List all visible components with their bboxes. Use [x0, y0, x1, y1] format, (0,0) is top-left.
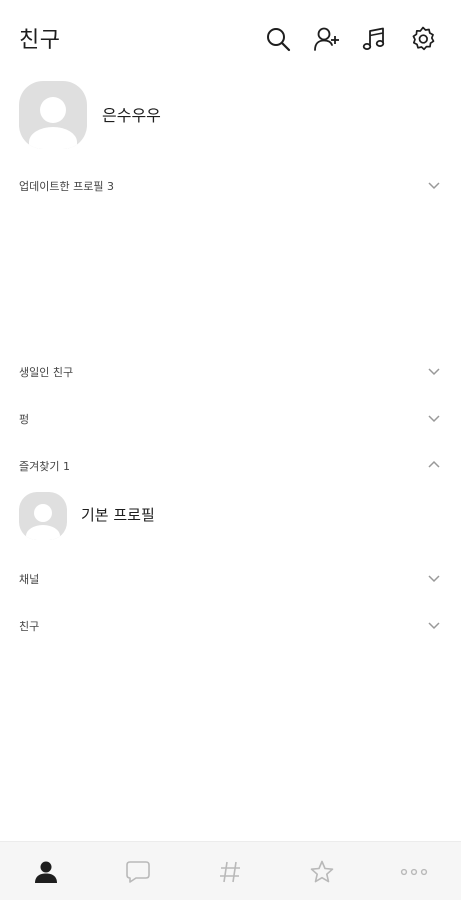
header: 친구	[0, 0, 461, 80]
section-label: 즐겨찾기 1	[19, 460, 70, 473]
section-channel[interactable]: 채널	[0, 562, 461, 596]
chevron-down-icon	[428, 575, 440, 583]
section-favorites[interactable]: 즐겨찾기 1	[0, 449, 461, 483]
settings-icon[interactable]	[408, 24, 438, 54]
section-label: 친구	[19, 620, 40, 633]
hashtag-tab[interactable]	[184, 842, 276, 900]
search-icon[interactable]	[263, 24, 293, 54]
person-icon	[35, 861, 57, 883]
my-profile[interactable]: 은수우우	[19, 80, 439, 150]
profile-name: 기본 프로필	[81, 506, 155, 524]
profile-name: 은수우우	[102, 106, 161, 125]
section-group[interactable]: 펑	[0, 402, 461, 436]
section-label: 채널	[19, 573, 40, 586]
friends-tab[interactable]	[0, 842, 92, 900]
shopping-tab[interactable]	[276, 842, 368, 900]
page-title: 친구	[19, 28, 61, 53]
more-tab[interactable]	[368, 842, 460, 900]
chevron-down-icon	[428, 368, 440, 376]
section-label: 생일인 친구	[19, 366, 74, 379]
chats-tab[interactable]	[92, 842, 184, 900]
section-birthday-friends[interactable]: 생일인 친구	[0, 355, 461, 389]
chevron-down-icon	[428, 182, 440, 190]
star-icon	[310, 860, 334, 882]
bottom-tab-bar	[0, 841, 461, 900]
list-item[interactable]: 기본 프로필	[19, 492, 439, 544]
chevron-down-icon	[428, 415, 440, 423]
avatar	[19, 492, 67, 540]
section-friends[interactable]: 친구	[0, 609, 461, 643]
avatar	[19, 81, 87, 149]
chevron-up-icon	[428, 460, 440, 468]
music-icon[interactable]	[360, 24, 390, 54]
more-dots-icon	[400, 868, 428, 875]
section-label: 업데이트한 프로필 3	[19, 180, 114, 193]
add-friend-icon[interactable]	[312, 24, 342, 54]
section-updated-profiles[interactable]: 업데이트한 프로필 3	[0, 169, 461, 203]
chat-bubble-icon	[126, 860, 150, 883]
chevron-down-icon	[428, 622, 440, 630]
section-label: 펑	[19, 413, 30, 426]
hashtag-icon	[220, 861, 240, 882]
